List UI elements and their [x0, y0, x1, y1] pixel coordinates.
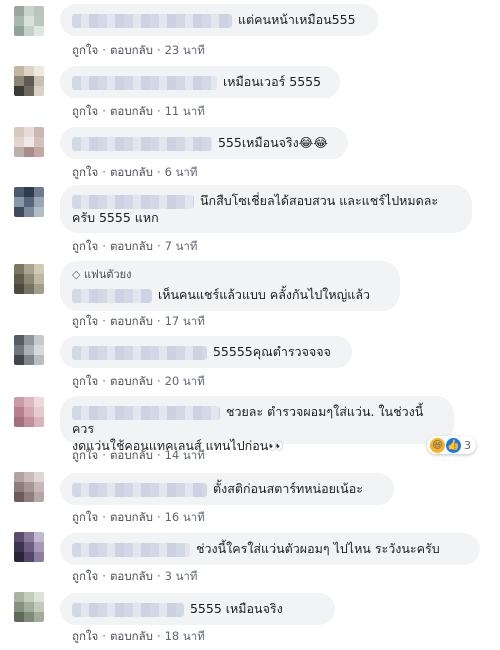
commenter-name-blurred[interactable] — [72, 542, 190, 557]
comment-text: เหมือนเวอร์ 5555 — [222, 74, 322, 89]
comment-text: เห็นคนแชร์แล้วแบบ คลั้งกันไปใหญ่แล้ว — [157, 287, 371, 302]
avatar[interactable] — [14, 532, 44, 562]
avatar[interactable] — [14, 264, 44, 294]
comment-text-line1: นึกสืบโซเชี่ยลได้สอบสวน และแชร์ไปหมดละ — [199, 193, 439, 208]
comment-actions: ถูกใจ · ตอบกลับ · 6 นาที — [72, 165, 198, 179]
reply-link[interactable]: ตอบกลับ — [110, 448, 153, 462]
comment-bubble: ◇ แฟนตัวยง เห็นคนแชร์แล้วแบบ คลั้งกันไปใ… — [60, 261, 400, 311]
comment-text: 55555คุณตำรวจจจจ — [212, 344, 331, 359]
reaction-summary[interactable]: 😆 👍 3 — [427, 436, 476, 454]
like-link[interactable]: ถูกใจ — [72, 104, 98, 118]
timestamp[interactable]: 7 นาที — [165, 239, 198, 253]
reply-link[interactable]: ตอบกลับ — [110, 569, 153, 583]
commenter-name-blurred[interactable] — [72, 194, 194, 209]
avatar[interactable] — [14, 472, 44, 502]
like-link[interactable]: ถูกใจ — [72, 569, 98, 583]
comment-text-line2: ครับ 5555 แหก — [72, 210, 159, 225]
comment-bubble: 555เหมือนจริง😂😂 — [60, 127, 348, 159]
reply-link[interactable]: ตอบกลับ — [110, 314, 153, 328]
comment-actions: ถูกใจ · ตอบกลับ · 14 นาที — [72, 448, 205, 462]
reply-link[interactable]: ตอบกลับ — [110, 510, 153, 524]
avatar[interactable] — [14, 592, 44, 622]
reply-link[interactable]: ตอบกลับ — [110, 239, 153, 253]
avatar[interactable] — [14, 66, 44, 96]
comment-bubble: แต่คนหน้าเหมือน555 — [60, 4, 378, 36]
comment-text: 5555 เหมือนจริง — [189, 601, 283, 616]
avatar[interactable] — [14, 397, 44, 427]
comment-text: ตั้งสติก่อนสตาร์ทหน่อยเน้อะ — [212, 481, 363, 496]
commenter-name-blurred[interactable] — [72, 345, 207, 360]
timestamp[interactable]: 17 นาที — [165, 314, 205, 328]
avatar[interactable] — [14, 187, 44, 217]
commenter-name-blurred[interactable] — [72, 75, 217, 90]
commenter-name-blurred[interactable] — [72, 288, 152, 303]
like-reaction-icon: 👍 — [446, 437, 461, 453]
like-link[interactable]: ถูกใจ — [72, 448, 98, 462]
like-link[interactable]: ถูกใจ — [72, 374, 98, 388]
like-link[interactable]: ถูกใจ — [72, 43, 98, 57]
timestamp[interactable]: 6 นาที — [165, 165, 198, 179]
comment-text: 555เหมือนจริง😂😂 — [217, 135, 329, 150]
comment-bubble: นึกสืบโซเชี่ยลได้สอบสวน และแชร์ไปหมดละ ค… — [60, 185, 472, 233]
timestamp[interactable]: 16 นาที — [165, 510, 205, 524]
haha-reaction-icon: 😆 — [430, 437, 445, 453]
timestamp[interactable]: 20 นาที — [165, 374, 205, 388]
commenter-name-blurred[interactable] — [72, 13, 232, 28]
timestamp[interactable]: 14 นาที — [165, 448, 205, 462]
timestamp[interactable]: 18 นาที — [165, 629, 205, 643]
reply-link[interactable]: ตอบกลับ — [110, 43, 153, 57]
comment-actions: ถูกใจ · ตอบกลับ · 11 นาที — [72, 104, 205, 118]
like-link[interactable]: ถูกใจ — [72, 239, 98, 253]
comment-bubble: 55555คุณตำรวจจจจ — [60, 336, 352, 368]
reaction-count: 3 — [464, 438, 471, 452]
like-link[interactable]: ถูกใจ — [72, 314, 98, 328]
commenter-name-blurred[interactable] — [72, 405, 220, 420]
like-link[interactable]: ถูกใจ — [72, 629, 98, 643]
comment-bubble: 5555 เหมือนจริง — [60, 593, 335, 625]
timestamp[interactable]: 11 นาที — [165, 104, 205, 118]
commenter-name-blurred[interactable] — [72, 602, 184, 617]
comment-actions: ถูกใจ · ตอบกลับ · 18 นาที — [72, 629, 205, 643]
comment-actions: ถูกใจ · ตอบกลับ · 7 นาที — [72, 239, 198, 253]
comment-bubble: ตั้งสติก่อนสตาร์ทหน่อยเน้อะ — [60, 473, 394, 505]
comment-text: แต่คนหน้าเหมือน555 — [237, 12, 356, 27]
like-link[interactable]: ถูกใจ — [72, 510, 98, 524]
comment-actions: ถูกใจ · ตอบกลับ · 3 นาที — [72, 569, 198, 583]
timestamp[interactable]: 3 นาที — [165, 569, 198, 583]
comment-actions: ถูกใจ · ตอบกลับ · 16 นาที — [72, 510, 205, 524]
avatar[interactable] — [14, 127, 44, 157]
comment-actions: ถูกใจ · ตอบกลับ · 17 นาที — [72, 314, 205, 328]
comment-bubble: ช่วงนี้ใครใส่แว่นตัวผอมๆ ไปไหน ระวังนะคร… — [60, 533, 480, 565]
reply-link[interactable]: ตอบกลับ — [110, 629, 153, 643]
comment-actions: ถูกใจ · ตอบกลับ · 23 นาที — [72, 43, 205, 57]
diamond-icon: ◇ — [72, 268, 81, 281]
avatar[interactable] — [14, 6, 44, 36]
comment-bubble: เหมือนเวอร์ 5555 — [60, 66, 340, 98]
commenter-name-blurred[interactable] — [72, 482, 207, 497]
timestamp[interactable]: 23 นาที — [165, 43, 205, 57]
like-link[interactable]: ถูกใจ — [72, 165, 98, 179]
comment-bubble: ชวยละ ตำรวจผอมๆใส่แว่น. ในช่วงนี้ควร งดแ… — [60, 396, 454, 453]
avatar[interactable] — [14, 335, 44, 365]
top-fan-badge: ◇ แฟนตัวยง — [72, 268, 132, 281]
reply-link[interactable]: ตอบกลับ — [110, 374, 153, 388]
commenter-name-blurred[interactable] — [72, 136, 212, 151]
reply-link[interactable]: ตอบกลับ — [110, 165, 153, 179]
comment-actions: ถูกใจ · ตอบกลับ · 20 นาที — [72, 374, 205, 388]
comment-text: ช่วงนี้ใครใส่แว่นตัวผอมๆ ไปไหน ระวังนะคร… — [195, 541, 440, 556]
reply-link[interactable]: ตอบกลับ — [110, 104, 153, 118]
